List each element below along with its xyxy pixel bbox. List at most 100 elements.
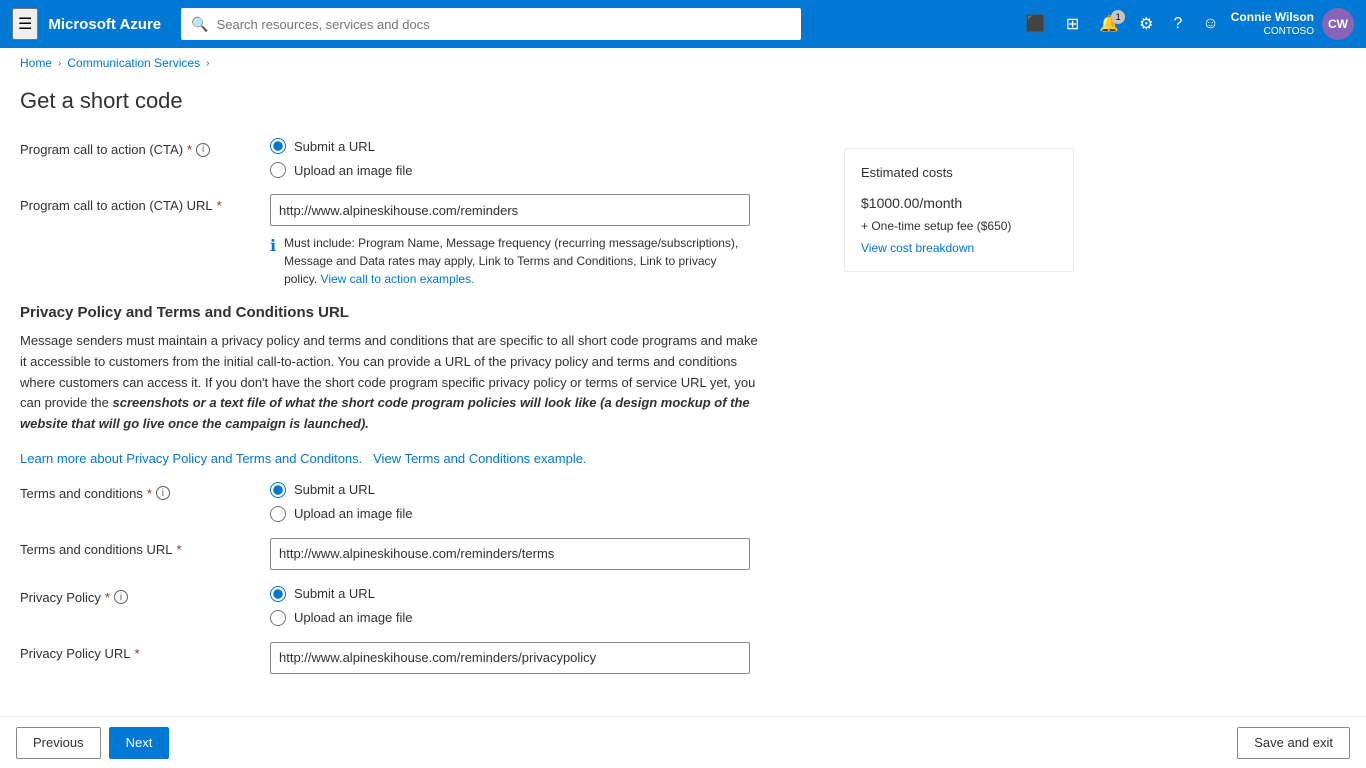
privacy-url-row: Privacy Policy URL *: [20, 642, 820, 674]
view-cta-examples-link[interactable]: View call to action examples.: [321, 272, 475, 286]
terms-url-control: [270, 538, 820, 570]
cloud-shell-button[interactable]: ⬛: [1018, 8, 1054, 40]
program-cta-url-required: *: [217, 198, 222, 213]
program-cta-row: Program call to action (CTA) * i Submit …: [20, 138, 820, 178]
program-cta-image-radio[interactable]: [270, 162, 286, 178]
program-cta-required: *: [187, 142, 192, 157]
privacy-section-links: Learn more about Privacy Policy and Term…: [20, 451, 820, 466]
cost-amount: $1000.00/month: [861, 184, 1057, 215]
program-cta-image-label: Upload an image file: [294, 163, 413, 178]
terms-url-option[interactable]: Submit a URL: [270, 482, 820, 498]
program-cta-image-option[interactable]: Upload an image file: [270, 162, 820, 178]
privacy-terms-link[interactable]: View Terms and Conditions example.: [373, 451, 586, 466]
program-cta-url-field-control: ℹ Must include: Program Name, Message fr…: [270, 194, 820, 288]
privacy-url-input[interactable]: [270, 642, 750, 674]
privacy-policy-label: Privacy Policy * i: [20, 586, 250, 605]
privacy-image-option[interactable]: Upload an image file: [270, 610, 820, 626]
privacy-url-radio[interactable]: [270, 586, 286, 602]
user-info[interactable]: Connie Wilson CONTOSO CW: [1231, 8, 1354, 40]
top-navigation: ☰ Microsoft Azure 🔍 ⬛ ⊞ 🔔 1 ⚙ ? ☺ Connie…: [0, 0, 1366, 48]
nav-icons: ⬛ ⊞ 🔔 1 ⚙ ? ☺ Connie Wilson CONTOSO CW: [1018, 8, 1354, 40]
hamburger-icon: ☰: [18, 16, 32, 33]
program-cta-url-option[interactable]: Submit a URL: [270, 138, 820, 154]
terms-control: Submit a URL Upload an image file: [270, 482, 820, 522]
notifications-badge: 1: [1111, 10, 1125, 24]
page-title: Get a short code: [20, 88, 820, 114]
footer-right: Save and exit: [1237, 727, 1350, 759]
previous-button[interactable]: Previous: [16, 727, 101, 759]
cost-setup: + One-time setup fee ($650): [861, 219, 1057, 233]
cloud-shell-icon: ⬛: [1026, 16, 1046, 33]
privacy-section-desc: Message senders must maintain a privacy …: [20, 331, 760, 435]
privacy-image-radio[interactable]: [270, 610, 286, 626]
program-cta-url-row: Program call to action (CTA) URL * ℹ Mus…: [20, 194, 820, 288]
search-bar: 🔍: [181, 8, 801, 40]
cost-box: Estimated costs $1000.00/month + One-tim…: [844, 148, 1074, 272]
user-name: Connie Wilson: [1231, 10, 1314, 26]
terms-url-input[interactable]: [270, 538, 750, 570]
privacy-section-title: Privacy Policy and Terms and Conditions …: [20, 304, 820, 321]
program-cta-info-box: ℹ Must include: Program Name, Message fr…: [270, 234, 750, 288]
directory-button[interactable]: ⊞: [1058, 8, 1087, 40]
settings-button[interactable]: ⚙: [1131, 8, 1161, 40]
cost-label: Estimated costs: [861, 165, 1057, 180]
terms-required: *: [147, 486, 152, 501]
breadcrumb-home[interactable]: Home: [20, 56, 52, 70]
user-org: CONTOSO: [1231, 25, 1314, 38]
program-cta-info-icon[interactable]: i: [196, 143, 210, 157]
hamburger-menu-button[interactable]: ☰: [12, 8, 38, 40]
terms-url-required: *: [176, 542, 181, 557]
program-cta-control: Submit a URL Upload an image file: [270, 138, 820, 178]
terms-image-option[interactable]: Upload an image file: [270, 506, 820, 522]
main-content: Get a short code Program call to action …: [0, 78, 1366, 716]
search-icon: 🔍: [191, 16, 208, 33]
privacy-image-label: Upload an image file: [294, 610, 413, 625]
help-icon: ?: [1174, 15, 1183, 32]
breadcrumb-sep-1: ›: [58, 58, 61, 69]
footer: Previous Next Save and exit: [0, 716, 1366, 768]
breadcrumb-sep-2: ›: [206, 58, 209, 69]
program-cta-url-label: Submit a URL: [294, 139, 375, 154]
privacy-url-control: [270, 642, 820, 674]
terms-radio-group: Submit a URL Upload an image file: [270, 482, 820, 522]
terms-url-row: Terms and conditions URL *: [20, 538, 820, 570]
feedback-icon: ☺: [1202, 15, 1218, 32]
settings-icon: ⚙: [1139, 16, 1153, 33]
notifications-button[interactable]: 🔔 1: [1091, 8, 1127, 40]
search-input[interactable]: [217, 17, 792, 32]
privacy-url-option[interactable]: Submit a URL: [270, 586, 820, 602]
privacy-url-label: Submit a URL: [294, 586, 375, 601]
program-cta-info-text: Must include: Program Name, Message freq…: [284, 234, 750, 288]
info-circle-icon: ℹ: [270, 236, 276, 256]
breadcrumb: Home › Communication Services ›: [0, 48, 1366, 78]
privacy-url-field-label: Privacy Policy URL *: [20, 642, 250, 661]
save-exit-button[interactable]: Save and exit: [1237, 727, 1350, 759]
program-cta-radio-group: Submit a URL Upload an image file: [270, 138, 820, 178]
privacy-policy-required: *: [105, 590, 110, 605]
feedback-button[interactable]: ☺: [1194, 9, 1226, 39]
program-cta-url-field-label: Program call to action (CTA) URL *: [20, 194, 250, 213]
terms-url-radio[interactable]: [270, 482, 286, 498]
program-cta-url-input[interactable]: [270, 194, 750, 226]
breadcrumb-comm-services[interactable]: Communication Services: [67, 56, 200, 70]
footer-left: Previous Next: [16, 727, 169, 759]
terms-url-label: Submit a URL: [294, 482, 375, 497]
terms-image-label: Upload an image file: [294, 506, 413, 521]
help-button[interactable]: ?: [1166, 9, 1191, 39]
program-cta-label: Program call to action (CTA) * i: [20, 138, 250, 157]
privacy-policy-info-icon[interactable]: i: [114, 590, 128, 604]
terms-row: Terms and conditions * i Submit a URL Up…: [20, 482, 820, 522]
privacy-url-required: *: [135, 646, 140, 661]
terms-info-icon[interactable]: i: [156, 486, 170, 500]
program-cta-url-radio[interactable]: [270, 138, 286, 154]
privacy-policy-row: Privacy Policy * i Submit a URL Upload a…: [20, 586, 820, 626]
privacy-policy-radio-group: Submit a URL Upload an image file: [270, 586, 820, 626]
directory-icon: ⊞: [1066, 16, 1079, 33]
terms-url-label: Terms and conditions URL *: [20, 538, 250, 557]
privacy-section: Privacy Policy and Terms and Conditions …: [20, 304, 820, 466]
privacy-learn-link[interactable]: Learn more about Privacy Policy and Term…: [20, 451, 362, 466]
terms-label: Terms and conditions * i: [20, 482, 250, 501]
terms-image-radio[interactable]: [270, 506, 286, 522]
next-button[interactable]: Next: [109, 727, 170, 759]
cost-breakdown-link[interactable]: View cost breakdown: [861, 241, 1057, 255]
